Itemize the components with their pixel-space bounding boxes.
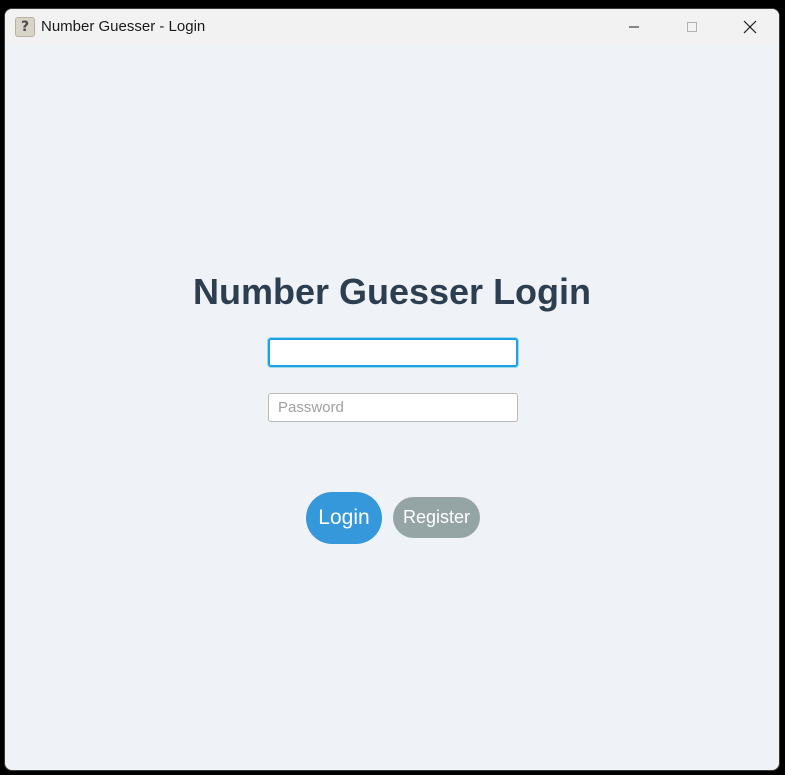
register-button[interactable]: Register [393, 497, 480, 538]
question-mark-app-icon: ? [15, 17, 35, 37]
app-window: ? Number Guesser - Login Number Guesser … [4, 8, 780, 771]
page-title: Number Guesser Login [192, 271, 592, 312]
title-bar[interactable]: ? Number Guesser - Login [5, 9, 779, 45]
minimize-icon [629, 26, 639, 28]
username-field[interactable] [268, 338, 518, 367]
close-icon [743, 20, 757, 34]
password-field[interactable] [268, 393, 518, 422]
maximize-icon [687, 22, 697, 32]
close-button[interactable] [721, 9, 779, 45]
window-title: Number Guesser - Login [41, 18, 206, 35]
maximize-button[interactable] [663, 9, 721, 45]
login-button[interactable]: Login [306, 492, 382, 544]
minimize-button[interactable] [605, 9, 663, 45]
